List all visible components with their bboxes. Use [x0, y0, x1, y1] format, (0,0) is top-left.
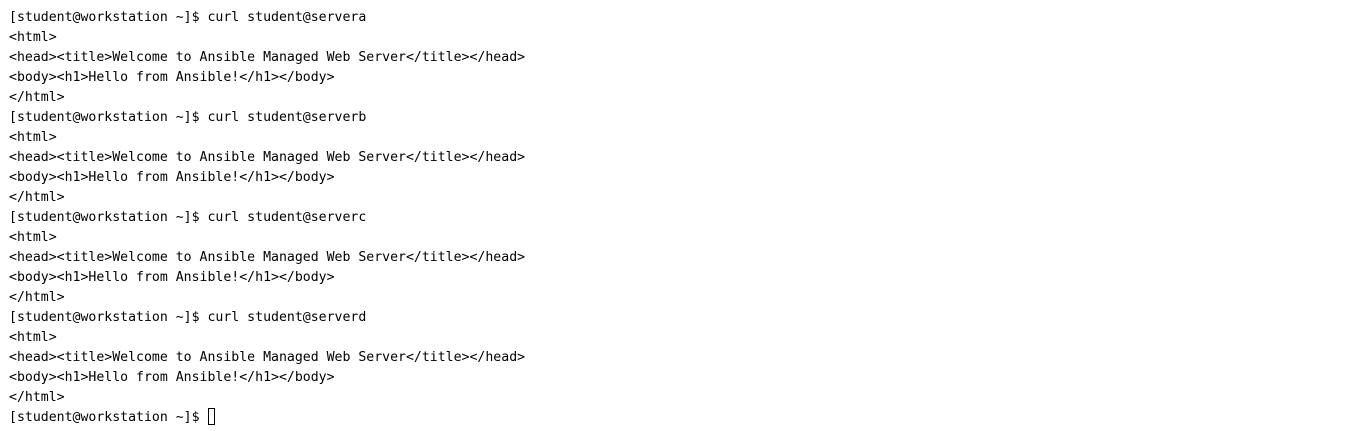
terminal-line: <html>	[9, 230, 57, 245]
terminal-line: </html>	[9, 290, 65, 305]
terminal-line: </html>	[9, 190, 65, 205]
terminal-line: [student@workstation ~]$ curl student@se…	[9, 10, 367, 25]
terminal-line: <body><h1>Hello from Ansible!</h1></body…	[9, 70, 335, 85]
terminal-line: </html>	[9, 90, 65, 105]
terminal-line: [student@workstation ~]$ curl student@se…	[9, 110, 367, 125]
terminal-line: <head><title>Welcome to Ansible Managed …	[9, 350, 526, 365]
terminal-line: <body><h1>Hello from Ansible!</h1></body…	[9, 170, 335, 185]
terminal-line: <html>	[9, 330, 57, 345]
terminal-line: <body><h1>Hello from Ansible!</h1></body…	[9, 270, 335, 285]
shell-prompt: [student@workstation ~]$	[9, 410, 200, 425]
terminal-line: <body><h1>Hello from Ansible!</h1></body…	[9, 370, 335, 385]
terminal-line: <html>	[9, 30, 57, 45]
text-cursor	[207, 408, 215, 425]
terminal-line: <head><title>Welcome to Ansible Managed …	[9, 250, 526, 265]
terminal-line: [student@workstation ~]$ curl student@se…	[9, 310, 367, 325]
terminal-input-line[interactable]: [student@workstation ~]$	[9, 408, 1354, 428]
terminal-window[interactable]: [student@workstation ~]$ curl student@se…	[0, 0, 1354, 431]
terminal-line: <head><title>Welcome to Ansible Managed …	[9, 150, 526, 165]
terminal-line: [student@workstation ~]$ curl student@se…	[9, 210, 367, 225]
terminal-line: <html>	[9, 130, 57, 145]
terminal-line: </html>	[9, 390, 65, 405]
terminal-line: <head><title>Welcome to Ansible Managed …	[9, 50, 526, 65]
